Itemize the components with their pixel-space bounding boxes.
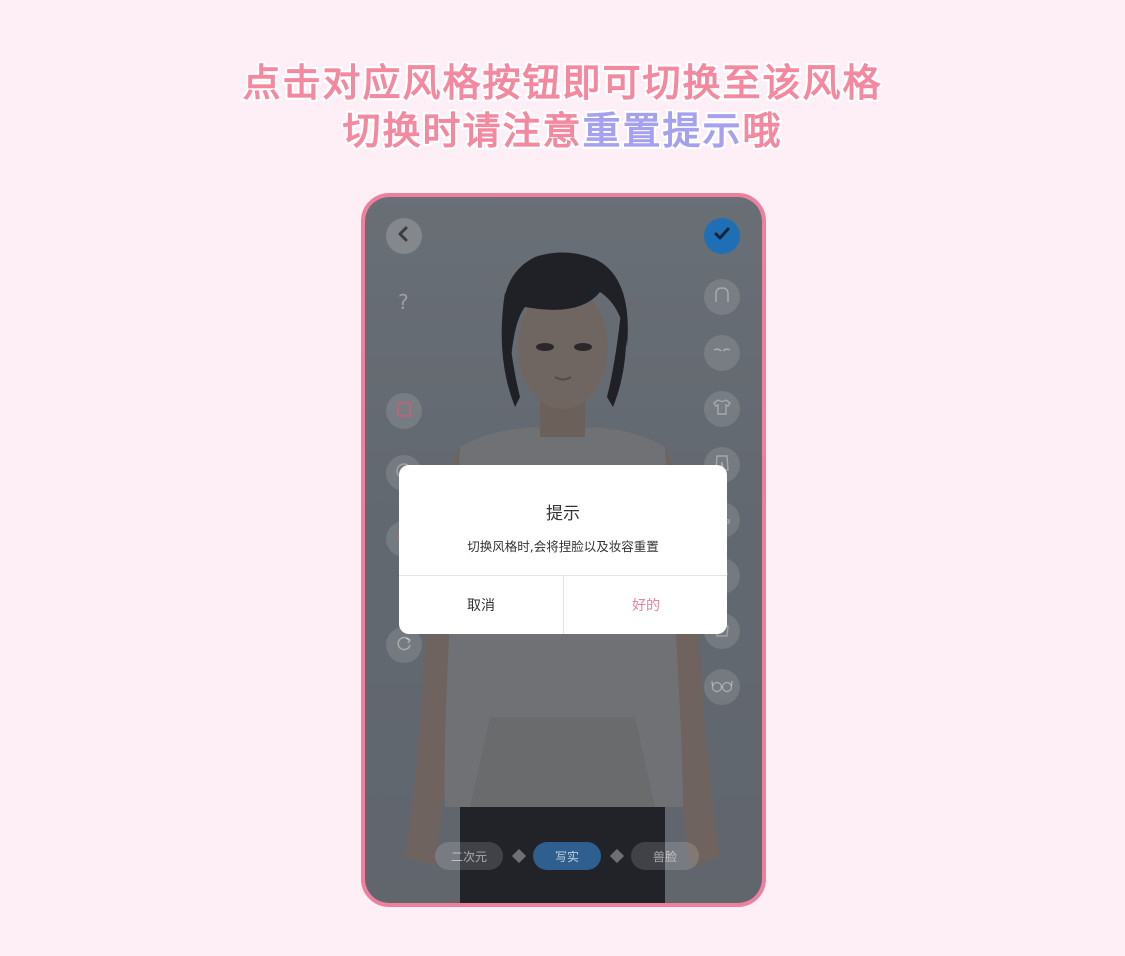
phone-frame: ? 二次元 写实 兽脸 提示 切换风格时,会将捏脸以及妆容重置 取消 好的 [361, 193, 766, 907]
style-option-realistic[interactable]: 写实 [533, 842, 601, 870]
headline-line-2: 切换时请注意重置提示哦 [0, 100, 1125, 155]
glasses-icon [710, 674, 734, 700]
headline-text-1: 点击对应风格按钮即可切换至该风格 [242, 61, 883, 105]
dialog-message: 切换风格时,会将捏脸以及妆容重置 [467, 539, 659, 554]
separator-diamond [511, 848, 527, 864]
headline-text-2a: 切换时请注意 [342, 109, 583, 153]
headline-line-1: 点击对应风格按钮即可切换至该风格 [0, 52, 1125, 107]
chevron-left-icon [396, 226, 412, 246]
reset-warning-dialog: 提示 切换风格时,会将捏脸以及妆容重置 取消 好的 [399, 465, 727, 634]
body-tool-button[interactable] [386, 393, 422, 429]
back-button[interactable] [386, 218, 422, 254]
style-option-anime[interactable]: 二次元 [435, 842, 503, 870]
eyebrow-tool-button[interactable] [704, 335, 740, 371]
help-button[interactable]: ? [398, 290, 409, 314]
confirm-button[interactable] [704, 218, 740, 254]
reset-icon [393, 632, 415, 658]
shirt-icon [711, 396, 733, 422]
shirt-tool-button[interactable] [704, 391, 740, 427]
hair-icon [711, 284, 733, 310]
style-switch: 二次元 写实 兽脸 [435, 842, 705, 872]
style-option-beast[interactable]: 兽脸 [631, 842, 699, 870]
hair-tool-button[interactable] [704, 279, 740, 315]
eyebrow-icon [711, 340, 733, 366]
body-icon [393, 398, 415, 424]
separator-diamond [609, 848, 625, 864]
headline-text-2b: 哦 [742, 109, 783, 153]
glasses-tool-button[interactable] [704, 669, 740, 705]
ok-button[interactable]: 好的 [564, 576, 727, 634]
dialog-title: 提示 [546, 504, 580, 524]
cancel-button[interactable]: 取消 [399, 576, 563, 634]
checkmark-icon [713, 225, 731, 247]
headline-highlight: 重置提示 [582, 109, 743, 153]
